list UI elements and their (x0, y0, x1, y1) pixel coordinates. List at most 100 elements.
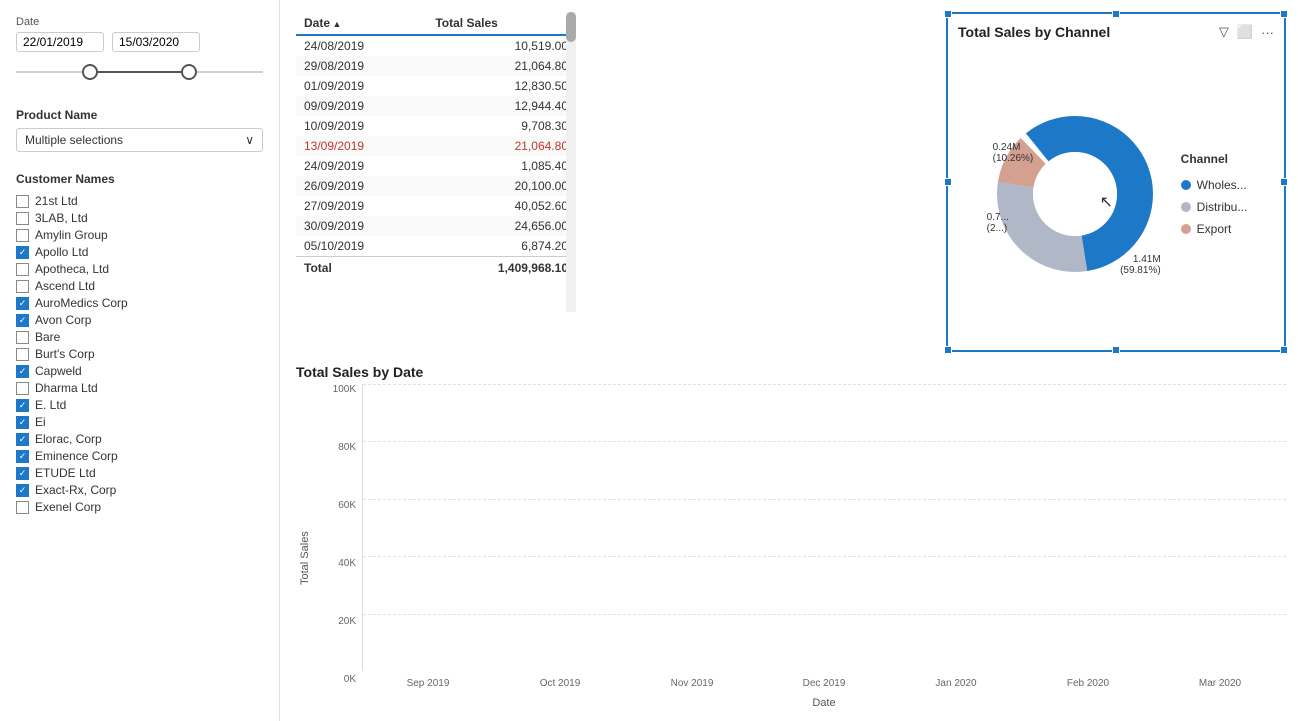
customer-checkbox[interactable] (16, 212, 29, 225)
customer-checkbox[interactable] (16, 246, 29, 259)
customer-checkbox[interactable] (16, 433, 29, 446)
customer-checkbox[interactable] (16, 501, 29, 514)
date-slider[interactable] (16, 56, 263, 88)
customer-item[interactable]: 3LAB, Ltd (16, 211, 263, 225)
x-axis-label: Jan 2020 (890, 678, 1022, 689)
table-row[interactable]: 30/09/201924,656.00 (296, 216, 576, 236)
customer-checkbox[interactable] (16, 484, 29, 497)
date-start-input[interactable] (16, 32, 104, 52)
customer-item[interactable]: Ei (16, 415, 263, 429)
date-end-input[interactable] (112, 32, 200, 52)
table-row[interactable]: 10/09/20199,708.30 (296, 116, 576, 136)
customer-item[interactable]: Apotheca, Ltd (16, 262, 263, 276)
y-axis-label: 100K (333, 384, 356, 395)
customer-item[interactable]: Exenel Corp (16, 500, 263, 514)
legend-label-distrib: Distribu... (1197, 200, 1248, 214)
customer-name: Exenel Corp (35, 500, 101, 514)
table-row[interactable]: 24/09/20191,085.40 (296, 156, 576, 176)
customer-checkbox[interactable] (16, 467, 29, 480)
table-row[interactable]: 24/08/201910,519.00 (296, 35, 576, 56)
customer-item[interactable]: Burt's Corp (16, 347, 263, 361)
resize-handle-tm[interactable] (1112, 10, 1120, 18)
customer-checkbox[interactable] (16, 365, 29, 378)
table-cell-sales: 20,100.00 (427, 176, 576, 196)
y-axis-title: Total Sales (296, 384, 314, 709)
customer-name: Bare (35, 330, 60, 344)
customer-checkbox[interactable] (16, 314, 29, 327)
table-row[interactable]: 01/09/201912,830.50 (296, 76, 576, 96)
customer-item[interactable]: Capweld (16, 364, 263, 378)
table-row[interactable]: 05/10/20196,874.20 (296, 236, 576, 257)
customer-item[interactable]: ETUDE Ltd (16, 466, 263, 480)
legend-dot-export (1181, 224, 1191, 234)
customer-item[interactable]: Ascend Ltd (16, 279, 263, 293)
filter-icon[interactable]: ▽ (1219, 24, 1229, 40)
donut-label-wholesale: 1.41M(59.81%) (1120, 254, 1161, 276)
customer-names-label: Customer Names (16, 172, 263, 186)
table-row[interactable]: 09/09/201912,944.40 (296, 96, 576, 116)
customer-checkbox[interactable] (16, 382, 29, 395)
customer-item[interactable]: Apollo Ltd (16, 245, 263, 259)
col-date-header[interactable]: Date (296, 12, 427, 35)
resize-handle-bl[interactable] (944, 346, 952, 354)
bar-chart-inner: Sep 2019Oct 2019Nov 2019Dec 2019Jan 2020… (362, 384, 1286, 709)
customer-checkbox[interactable] (16, 416, 29, 429)
table-row[interactable]: 13/09/201921,064.80 (296, 136, 576, 156)
product-dropdown[interactable]: Multiple selections ∨ (16, 128, 263, 152)
window-icon[interactable]: ⬜ (1237, 24, 1253, 40)
table-row[interactable]: 27/09/201940,052.60 (296, 196, 576, 216)
customer-item[interactable]: Elorac, Corp (16, 432, 263, 446)
table-scrollbar[interactable] (566, 12, 576, 312)
customer-item[interactable]: Exact-Rx, Corp (16, 483, 263, 497)
customer-checkbox[interactable] (16, 280, 29, 293)
customer-name: Capweld (35, 364, 82, 378)
customer-checkbox[interactable] (16, 348, 29, 361)
more-icon[interactable]: ··· (1261, 25, 1274, 40)
customer-item[interactable]: Bare (16, 330, 263, 344)
legend-item-wholesale: Wholes... (1181, 178, 1248, 192)
customer-checkbox[interactable] (16, 450, 29, 463)
customer-item[interactable]: Amylin Group (16, 228, 263, 242)
resize-handle-tr[interactable] (1280, 10, 1288, 18)
bar-chart-wrapper: Total Sales 100K80K60K40K20K0K Se (296, 384, 1286, 709)
resize-handle-bm[interactable] (1112, 346, 1120, 354)
customer-checkbox[interactable] (16, 331, 29, 344)
date-label: Date (16, 16, 263, 28)
customer-item[interactable]: AuroMedics Corp (16, 296, 263, 310)
donut-icons: ▽ ⬜ ··· (1219, 24, 1274, 40)
table-cell-sales: 1,085.40 (427, 156, 576, 176)
customer-item[interactable]: Avon Corp (16, 313, 263, 327)
table-row[interactable]: 29/08/201921,064.80 (296, 56, 576, 76)
legend-dot-distrib (1181, 202, 1191, 212)
slider-thumb-left[interactable] (82, 64, 98, 80)
table-cell-date: 01/09/2019 (296, 76, 427, 96)
table-cell-sales: 12,944.40 (427, 96, 576, 116)
customer-checkbox[interactable] (16, 297, 29, 310)
customer-checkbox[interactable] (16, 263, 29, 276)
col-sales-header[interactable]: Total Sales (427, 12, 576, 35)
customer-item[interactable]: Eminence Corp (16, 449, 263, 463)
table-cell-sales: 10,519.00 (427, 35, 576, 56)
resize-handle-br[interactable] (1280, 346, 1288, 354)
resize-handle-tl[interactable] (944, 10, 952, 18)
customer-item[interactable]: Dharma Ltd (16, 381, 263, 395)
customer-name: 21st Ltd (35, 194, 78, 208)
customer-item[interactable]: 21st Ltd (16, 194, 263, 208)
x-axis-label: Dec 2019 (758, 678, 890, 689)
customer-item[interactable]: E. Ltd (16, 398, 263, 412)
data-table: Date Total Sales 24/08/201910,519.0029/0… (296, 12, 576, 279)
customer-checkbox[interactable] (16, 399, 29, 412)
customer-name: Eminence Corp (35, 449, 118, 463)
spacer (592, 12, 930, 352)
resize-handle-mr[interactable] (1280, 178, 1288, 186)
customer-checkbox[interactable] (16, 229, 29, 242)
resize-handle-ml[interactable] (944, 178, 952, 186)
legend-dot-wholesale (1181, 180, 1191, 190)
page-container: Date Product Name Multiple selections ∨ … (0, 0, 1298, 721)
table-scrollbar-thumb[interactable] (566, 12, 576, 42)
customer-checkbox[interactable] (16, 195, 29, 208)
customer-name: Elorac, Corp (35, 432, 102, 446)
table-row[interactable]: 26/09/201920,100.00 (296, 176, 576, 196)
slider-thumb-right[interactable] (181, 64, 197, 80)
customer-name: Exact-Rx, Corp (35, 483, 116, 497)
